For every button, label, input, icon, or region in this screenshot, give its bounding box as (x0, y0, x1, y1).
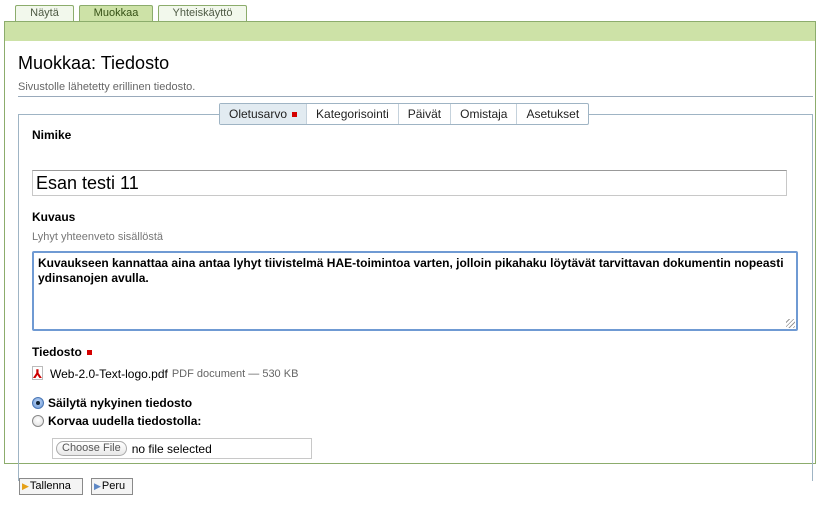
divider (18, 96, 813, 97)
page-title: Muokkaa: Tiedosto (18, 53, 170, 73)
page-description: Sivustolle lähetetty erillinen tiedosto. (18, 81, 196, 93)
tab-sharing[interactable]: Yhteiskäyttö (158, 5, 247, 22)
form-panel: Nimike Esan testi 11 Kuvaus Lyhyt yhteen… (18, 114, 813, 481)
save-button[interactable]: ▶ Tallenna (19, 478, 83, 495)
tab-view[interactable]: Näytä (15, 5, 74, 22)
title-label: Nimike (32, 128, 72, 142)
file-meta: PDF document — 530 KB (171, 368, 299, 380)
replace-file-option[interactable]: Korvaa uudella tiedostolla: (32, 414, 201, 428)
description-text: Kuvaukseen kannattaa aina antaa lyhyt ti… (38, 256, 784, 285)
edit-container: Muokkaa: Tiedosto Sivustolle lähetetty e… (4, 21, 816, 481)
description-textarea[interactable]: Kuvaukseen kannattaa aina antaa lyhyt ti… (32, 251, 798, 331)
replace-file-label: Korvaa uudella tiedostolla: (48, 414, 202, 428)
file-label: Tiedosto (32, 345, 82, 359)
file-label-row: Tiedosto (32, 345, 92, 359)
save-label: Tallenna (29, 480, 71, 492)
file-upload-field[interactable]: Choose File no file selected (52, 438, 312, 459)
no-file-text: no file selected (131, 441, 212, 456)
save-arrow-icon: ▶ (22, 481, 29, 491)
required-icon (292, 111, 298, 117)
tab-owner[interactable]: Omistaja (451, 104, 518, 124)
pdf-icon: ⅄ (32, 366, 43, 381)
cancel-button[interactable]: ▶ Peru (91, 478, 133, 495)
tab-dates[interactable]: Päivät (399, 104, 452, 124)
resize-grip-icon[interactable] (786, 319, 795, 328)
description-label: Kuvaus (32, 210, 76, 224)
cancel-arrow-icon: ▶ (94, 481, 101, 491)
inner-tab-bar: Oletusarvo Kategorisointi Päivät Omistaj… (219, 103, 590, 125)
required-icon (86, 349, 92, 355)
tab-settings[interactable]: Asetukset (517, 104, 588, 124)
keep-file-option[interactable]: Säilytä nykyinen tiedosto (32, 396, 192, 410)
tab-edit[interactable]: Muokkaa (79, 5, 153, 22)
header-band (5, 22, 815, 41)
title-input[interactable]: Esan testi 11 (32, 170, 787, 196)
cancel-label: Peru (101, 480, 126, 492)
tab-default-label: Oletusarvo (229, 107, 288, 121)
replace-file-radio[interactable] (32, 415, 44, 427)
tab-categorization[interactable]: Kategorisointi (307, 104, 399, 124)
file-name-link[interactable]: Web-2.0-Text-logo.pdf (50, 367, 168, 381)
tab-default[interactable]: Oletusarvo (220, 104, 308, 124)
choose-file-button[interactable]: Choose File (56, 441, 127, 456)
keep-file-label: Säilytä nykyinen tiedosto (48, 396, 193, 410)
current-file: ⅄ Web-2.0-Text-logo.pdf PDF document — 5… (32, 366, 298, 382)
top-tab-bar: Näytä Muokkaa Yhteiskäyttö (15, 5, 247, 22)
description-help: Lyhyt yhteenveto sisällöstä (32, 231, 164, 243)
keep-file-radio[interactable] (32, 397, 44, 409)
